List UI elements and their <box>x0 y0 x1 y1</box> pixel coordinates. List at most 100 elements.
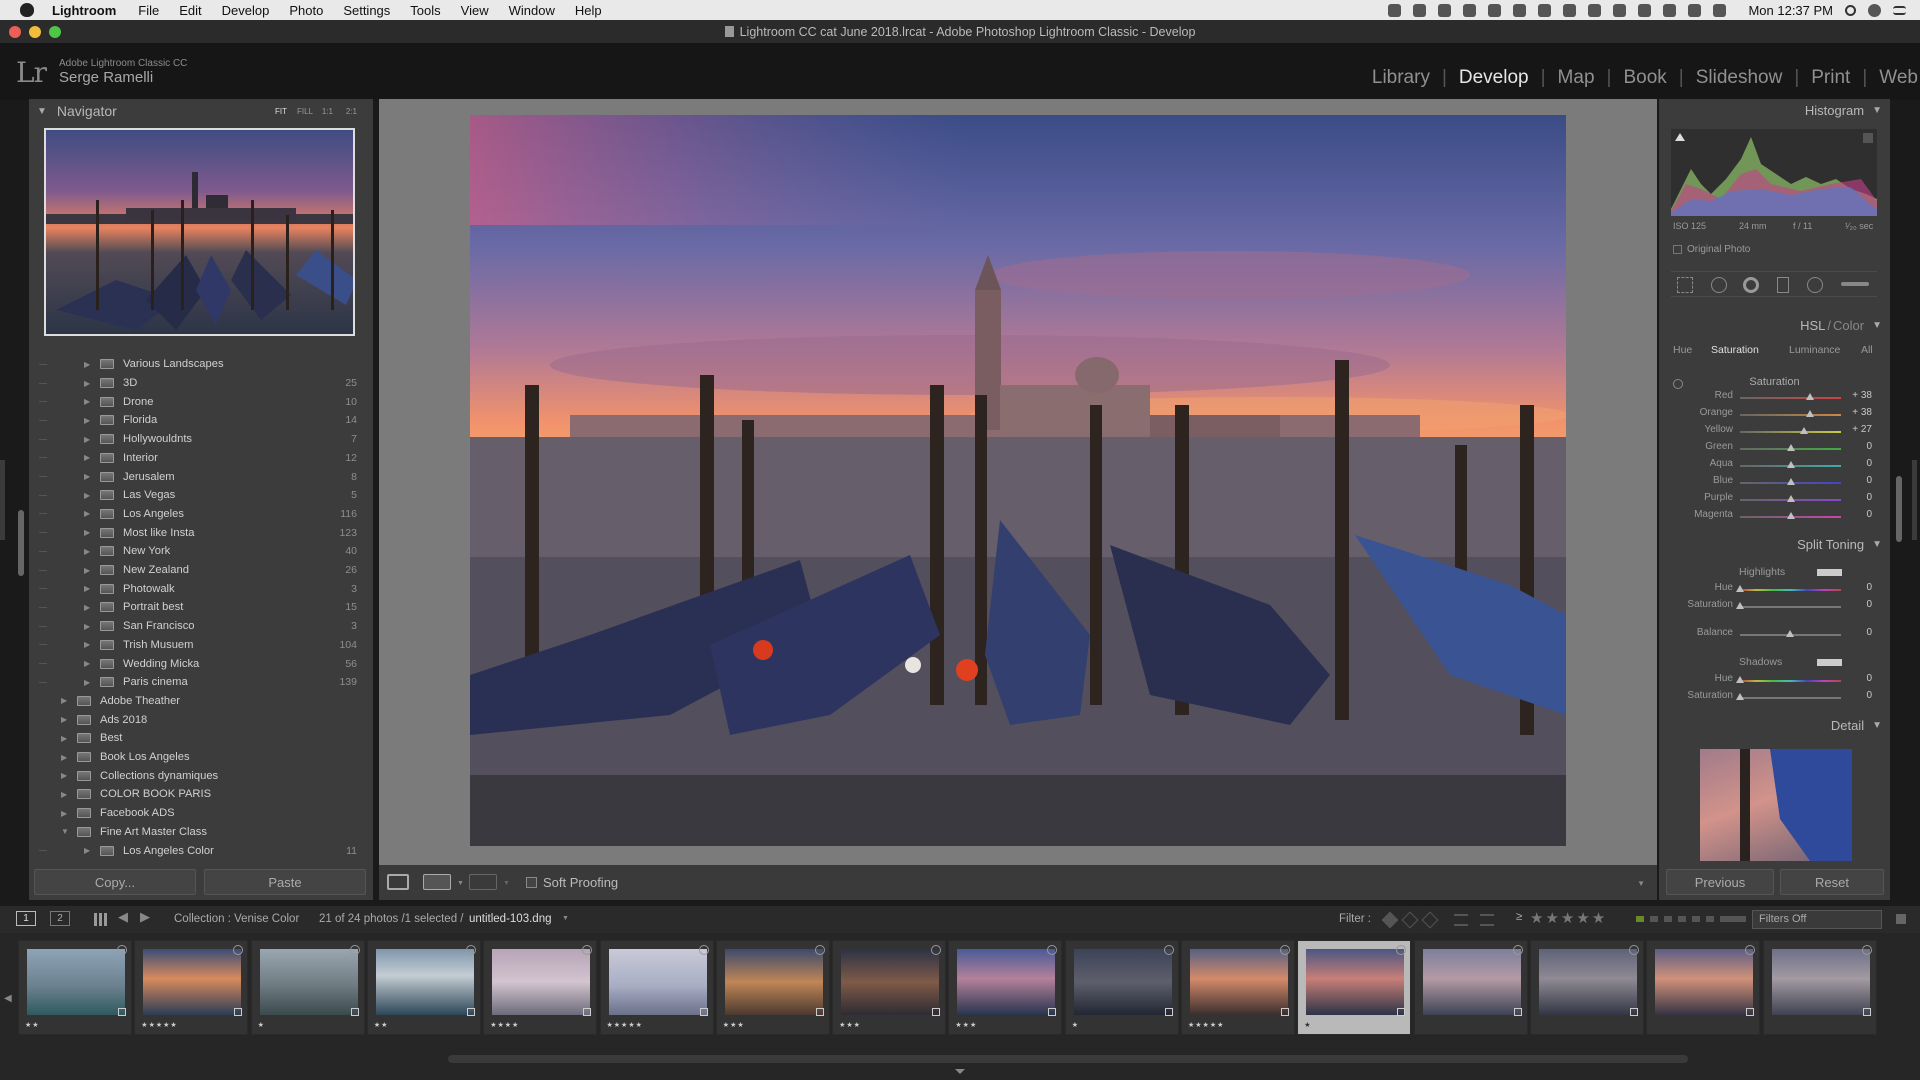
swap-dropdown-icon[interactable]: ▼ <box>503 880 510 887</box>
copy-settings-button[interactable]: Copy... <box>34 869 196 895</box>
disclosure-closed-icon[interactable]: ▶ <box>84 659 90 668</box>
selected-filename[interactable]: untitled-103.dng <box>469 913 551 925</box>
quick-collection-icon[interactable] <box>1745 945 1756 955</box>
color-label-filter[interactable] <box>1636 916 1746 922</box>
close-window-icon[interactable] <box>9 26 21 38</box>
menu-help[interactable]: Help <box>575 3 602 18</box>
slider-value[interactable]: 0 <box>1866 441 1872 452</box>
hsl-slider[interactable]: Red + 38 <box>1659 390 1890 407</box>
spot-removal-icon[interactable] <box>1711 277 1727 293</box>
navigator-header[interactable]: ▼ Navigator FIT FILL 1:1 2:1 <box>29 99 373 123</box>
filmstrip-scrollbar[interactable] <box>448 1055 1688 1063</box>
dropbox-icon[interactable] <box>1488 3 1502 17</box>
hsl-title[interactable]: HSL <box>1800 318 1825 333</box>
graduated-filter-icon[interactable] <box>1777 277 1789 293</box>
disclosure-closed-icon[interactable]: ▶ <box>84 509 90 518</box>
tray-icon[interactable] <box>1588 3 1602 17</box>
slider-knob[interactable] <box>1805 393 1814 400</box>
slider-value[interactable]: 0 <box>1866 599 1872 610</box>
slider-knob[interactable] <box>1786 478 1795 485</box>
slider-knob[interactable] <box>1786 444 1795 451</box>
disclosure-closed-icon[interactable]: ▶ <box>84 360 90 369</box>
flag-filter-icon[interactable] <box>1401 911 1419 929</box>
highlights-hue-slider[interactable]: Hue 0 <box>1659 582 1890 599</box>
collapse-triangle-icon[interactable]: ▼ <box>1872 539 1882 550</box>
tab-all[interactable]: All <box>1861 344 1873 356</box>
slider-knob[interactable] <box>1786 630 1794 637</box>
filmstrip-thumbnail[interactable]: ★★★★ <box>483 940 598 1035</box>
filmstrip-thumbnail[interactable]: ★★ <box>366 940 481 1035</box>
menu-window[interactable]: Window <box>509 3 555 18</box>
tray-icon[interactable] <box>1513 3 1527 17</box>
hsl-slider[interactable]: Green 0 <box>1659 441 1890 458</box>
module-develop[interactable]: Develop <box>1447 67 1541 89</box>
user-avatar-icon[interactable] <box>1868 3 1881 17</box>
quick-collection-icon[interactable] <box>349 945 360 955</box>
wifi-icon[interactable] <box>1663 3 1677 17</box>
collapse-triangle-icon[interactable]: ▼ <box>1872 105 1882 116</box>
module-print[interactable]: Print <box>1799 67 1862 89</box>
navigator-preview[interactable] <box>44 128 355 336</box>
filmstrip-thumbnail[interactable]: ★★★★★ <box>1181 940 1295 1035</box>
tray-icon[interactable] <box>1413 3 1427 17</box>
soft-proofing-checkbox[interactable] <box>526 877 537 888</box>
menu-tools[interactable]: Tools <box>410 3 440 18</box>
filmstrip-thumbnail[interactable]: ★★★★★ <box>134 940 249 1035</box>
filmstrip-thumbnail[interactable]: ★ <box>1064 940 1179 1035</box>
shadows-color-swatch[interactable] <box>1817 659 1842 666</box>
cloud-icon[interactable] <box>1438 3 1452 17</box>
quick-collection-icon[interactable] <box>931 945 942 955</box>
slider-track[interactable] <box>1740 589 1841 591</box>
quick-collection-icon[interactable] <box>1280 945 1290 955</box>
filmstrip-thumbnail[interactable]: ★★ <box>18 940 132 1035</box>
slider-track[interactable] <box>1740 697 1841 699</box>
collection-item[interactable]: ▶ Trish Musuem 104 <box>29 636 373 655</box>
shadow-clipping-icon[interactable] <box>1675 133 1685 141</box>
shadows-hue-slider[interactable]: Hue 0 <box>1659 673 1890 690</box>
collapse-triangle-icon[interactable]: ▼ <box>1872 320 1882 331</box>
module-slideshow[interactable]: Slideshow <box>1684 67 1795 89</box>
collection-item[interactable]: ▶ Drone 10 <box>29 392 373 411</box>
module-book[interactable]: Book <box>1611 67 1678 89</box>
collection-source[interactable]: Collection : Venise Color <box>174 913 299 925</box>
main-photo[interactable] <box>470 115 1566 846</box>
crop-tool-icon[interactable] <box>1677 277 1693 293</box>
original-photo-checkbox[interactable] <box>1673 245 1682 254</box>
disclosure-closed-icon[interactable]: ▶ <box>61 809 67 818</box>
flag-filter-icon[interactable] <box>1421 911 1439 929</box>
maximize-window-icon[interactable] <box>49 26 61 38</box>
filmstrip-thumbnail[interactable]: ★ <box>1297 940 1412 1035</box>
menu-file[interactable]: File <box>138 3 159 18</box>
disclosure-closed-icon[interactable]: ▶ <box>84 678 90 687</box>
minimize-window-icon[interactable] <box>29 26 41 38</box>
collection-item[interactable]: ▶ Los Angeles 116 <box>29 505 373 524</box>
tab-saturation[interactable]: Saturation <box>1711 344 1759 356</box>
eject-icon[interactable] <box>1688 3 1702 17</box>
quick-collection-icon[interactable] <box>1047 945 1058 955</box>
disclosure-closed-icon[interactable]: ▶ <box>84 584 90 593</box>
window-2-button[interactable]: 2 <box>50 911 70 926</box>
list-filter-icon[interactable] <box>1480 914 1494 926</box>
disclosure-closed-icon[interactable]: ▶ <box>84 566 90 575</box>
quick-collection-icon[interactable] <box>117 945 127 955</box>
disclosure-closed-icon[interactable]: ▶ <box>61 771 67 780</box>
menu-view[interactable]: View <box>461 3 489 18</box>
collection-item[interactable]: ▶ Los Angeles Color 11 <box>29 841 373 860</box>
collection-item[interactable]: ▶ Paris cinema 139 <box>29 673 373 692</box>
slider-value[interactable]: 0 <box>1866 627 1872 638</box>
filename-dropdown-icon[interactable]: ▼ <box>562 915 569 922</box>
disclosure-closed-icon[interactable]: ▶ <box>84 416 90 425</box>
highlights-color-swatch[interactable] <box>1817 569 1842 576</box>
filmstrip-thumbnail[interactable] <box>1646 940 1761 1035</box>
hsl-slider[interactable]: Blue 0 <box>1659 475 1890 492</box>
slider-knob[interactable] <box>1786 512 1795 519</box>
copy-settings-icon[interactable] <box>469 874 497 890</box>
disclosure-closed-icon[interactable]: ▶ <box>84 547 90 556</box>
quick-collection-icon[interactable] <box>1396 945 1407 955</box>
flag-icon[interactable] <box>1713 3 1727 17</box>
right-panel-scroll-handle[interactable] <box>1896 476 1902 542</box>
disclosure-closed-icon[interactable]: ▶ <box>84 603 90 612</box>
module-web[interactable]: Web <box>1867 67 1920 89</box>
filmstrip-thumbnail[interactable] <box>1413 940 1528 1035</box>
filmstrip-thumbnail[interactable]: ★ <box>250 940 365 1035</box>
